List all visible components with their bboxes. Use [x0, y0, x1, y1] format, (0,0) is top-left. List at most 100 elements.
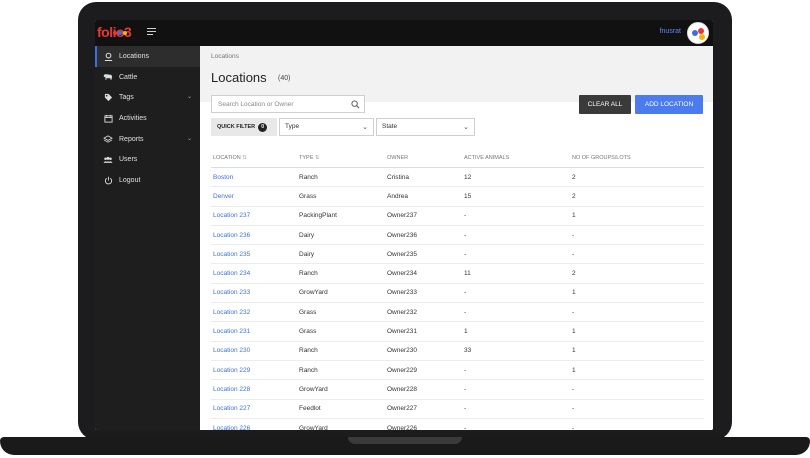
chevron-down-icon[interactable]: ⌄	[187, 93, 192, 100]
avatar[interactable]	[687, 22, 709, 44]
table-cell: Owner237	[387, 212, 417, 220]
table-row[interactable]: Location 231 Grass Owner231 1 1	[211, 322, 704, 342]
table-cell: Owner231	[387, 328, 417, 336]
location-link[interactable]: Location 230	[211, 347, 299, 354]
sidebar-item-label: Tags	[119, 94, 134, 102]
location-link[interactable]: Location 227	[211, 405, 299, 412]
add-location-button[interactable]: ADD LOCATION	[635, 95, 703, 114]
table-cell: Owner234	[387, 270, 417, 278]
table-cell: 1	[572, 347, 576, 355]
location-link[interactable]: Boston	[211, 174, 299, 181]
location-link[interactable]: Location 226	[211, 425, 299, 431]
table-cell: -	[572, 308, 575, 316]
type-select[interactable]: Type ⌄	[279, 118, 374, 136]
page-title: Locations	[211, 70, 267, 85]
chevron-down-icon: ⌄	[362, 124, 368, 131]
sidebar-item-reports[interactable]: Reports ⌄	[95, 129, 200, 150]
sidebar-item-label: Activities	[119, 114, 147, 122]
table-cell: -	[464, 405, 467, 413]
chevron-down-icon[interactable]: ⌄	[187, 135, 192, 142]
table-cell: Andrea	[387, 192, 408, 200]
table-row[interactable]: Location 227 Feedlot Owner227 - -	[211, 400, 704, 419]
table-row[interactable]: Location 234 Ranch Owner234 11 2	[211, 264, 704, 284]
table-cell: 1	[572, 212, 576, 220]
table-cell: 1	[572, 366, 576, 374]
table-cell: -	[464, 212, 467, 220]
table-cell: Ranch	[299, 366, 318, 374]
table-cell: PackingPlant	[299, 212, 337, 220]
table-cell: Cristina	[387, 173, 410, 181]
location-link[interactable]: Location 231	[211, 328, 299, 335]
location-link[interactable]: Location 237	[211, 212, 299, 219]
logo-dots-icon	[113, 22, 128, 40]
column-header-location[interactable]: LOCATION ⇅	[211, 155, 299, 161]
table-row[interactable]: Location 230 Ranch Owner230 33 1	[211, 342, 704, 361]
sort-icon[interactable]: ⇅	[315, 155, 320, 161]
location-link[interactable]: Location 232	[211, 309, 299, 316]
table-cell: -	[464, 385, 467, 393]
table-row[interactable]: Location 236 Dairy Owner236 - -	[211, 226, 704, 246]
sidebar-item-activities[interactable]: Activities	[95, 108, 200, 129]
sidebar-item-tags[interactable]: Tags ⌄	[95, 87, 200, 108]
breadcrumb[interactable]: Locations	[211, 53, 239, 60]
sort-icon[interactable]: ⇅	[242, 155, 247, 161]
table-cell: -	[464, 231, 467, 239]
sidebar-item-label: Logout	[119, 176, 141, 184]
table-cell: 33	[464, 347, 472, 355]
table-cell: 1	[572, 328, 576, 336]
sidebar-item-label: Cattle	[119, 73, 138, 81]
location-link[interactable]: Location 228	[211, 386, 299, 393]
search-icon[interactable]	[351, 100, 360, 109]
table-row[interactable]: Location 235 Dairy Owner235 - -	[211, 245, 704, 265]
main-content: Locations Locations (40) Search Location…	[200, 46, 713, 430]
table-cell: 1	[464, 328, 468, 336]
app-screen: folio3 fnusrat Locations Cattle	[95, 20, 713, 430]
state-select-value: State	[382, 123, 398, 130]
table-cell: Ranch	[299, 270, 318, 278]
table-row[interactable]: Location 232 Grass Owner232 - -	[211, 303, 704, 323]
calendar-icon	[103, 113, 113, 123]
table-cell: GrowYard	[299, 289, 328, 297]
state-select[interactable]: State ⌄	[376, 118, 475, 136]
table-cell: -	[464, 289, 467, 297]
table-cell: Owner236	[387, 231, 417, 239]
chevron-down-icon: ⌄	[463, 124, 469, 131]
location-link[interactable]: Location 235	[211, 251, 299, 258]
search-input[interactable]: Search Location or Owner	[211, 95, 365, 113]
type-select-value: Type	[285, 123, 300, 130]
table-cell: Dairy	[299, 250, 315, 258]
table-cell: -	[464, 366, 467, 374]
table-cell: -	[572, 250, 575, 258]
sidebar-item-label: Locations	[119, 52, 149, 60]
location-link[interactable]: Location 233	[211, 289, 299, 296]
sidebar-item-cattle[interactable]: Cattle	[95, 67, 200, 88]
sidebar-item-users[interactable]: Users	[95, 149, 200, 170]
table-cell: Feedlot	[299, 405, 321, 413]
table-cell: -	[572, 385, 575, 393]
table-row[interactable]: Location 233 GrowYard Owner233 - 1	[211, 284, 704, 304]
table-row[interactable]: Location 226 GrowYard Owner226 - -	[211, 419, 704, 431]
sidebar-item-logout[interactable]: Logout	[95, 170, 200, 191]
table-cell: GrowYard	[299, 385, 328, 393]
table-cell: -	[464, 250, 467, 258]
location-link[interactable]: Location 229	[211, 367, 299, 374]
hamburger-menu-icon[interactable]	[147, 28, 156, 37]
cattle-icon	[103, 72, 113, 82]
table-cell: Grass	[299, 192, 317, 200]
table-row[interactable]: Boston Ranch Cristina 12 2	[211, 168, 704, 188]
user-name[interactable]: fnusrat	[660, 28, 681, 35]
location-link[interactable]: Location 236	[211, 232, 299, 239]
table-cell: 2	[572, 173, 576, 181]
table-cell: Dairy	[299, 231, 315, 239]
clear-all-button[interactable]: CLEAR ALL	[579, 95, 631, 114]
table-row[interactable]: Location 228 GrowYard Owner228 - -	[211, 380, 704, 400]
location-link[interactable]: Location 234	[211, 270, 299, 277]
table-row[interactable]: Location 229 Ranch Owner229 - 1	[211, 361, 704, 381]
sidebar-item-locations[interactable]: Locations	[95, 46, 200, 67]
column-header-type[interactable]: TYPE ⇅	[299, 155, 387, 161]
search-placeholder: Search Location or Owner	[218, 101, 294, 108]
table-row[interactable]: Denver Grass Andrea 15 2	[211, 187, 704, 207]
location-link[interactable]: Denver	[211, 193, 299, 200]
quick-filter-button[interactable]: QUICK FILTER 0	[211, 118, 277, 136]
table-row[interactable]: Location 237 PackingPlant Owner237 - 1	[211, 207, 704, 226]
